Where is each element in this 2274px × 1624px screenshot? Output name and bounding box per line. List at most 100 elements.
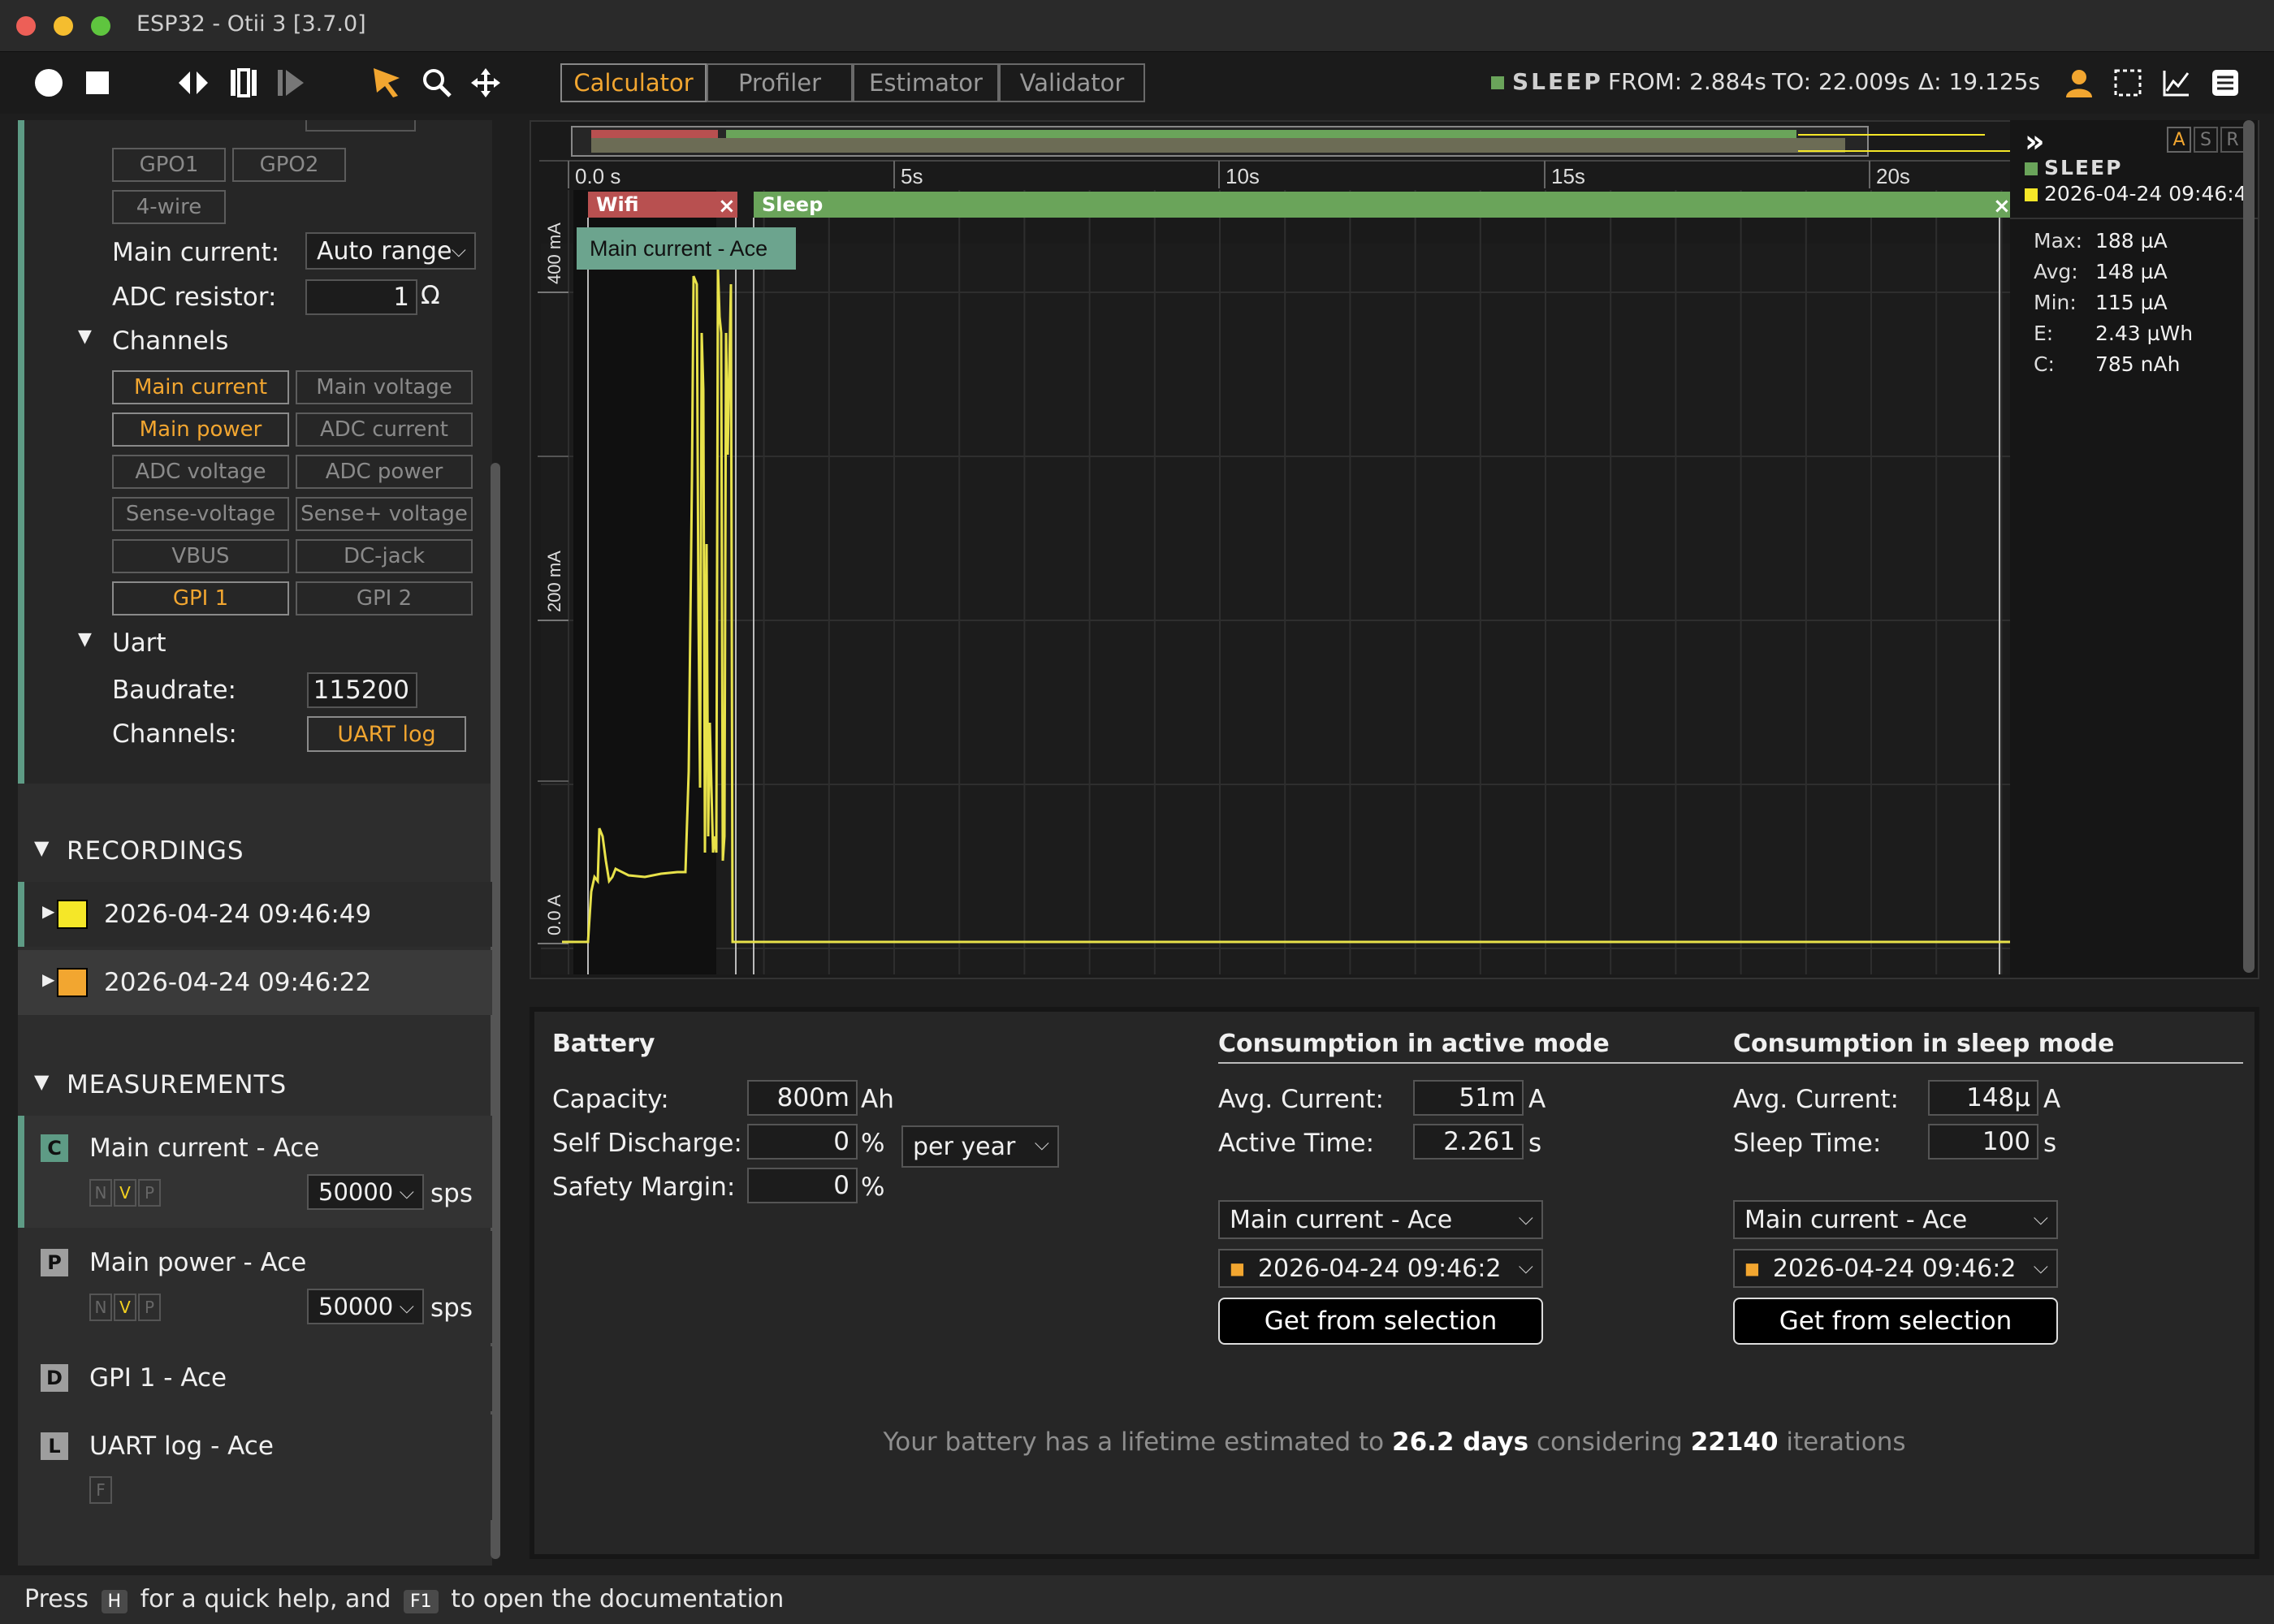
measurements-collapse-icon[interactable]: ▼ bbox=[34, 1070, 50, 1093]
channel-chip[interactable]: Main current bbox=[112, 370, 289, 404]
safety-margin-unit: % bbox=[861, 1173, 885, 1202]
active-recording-select[interactable]: ■ 2026-04-24 09:46:2 ⌵ bbox=[1218, 1249, 1543, 1288]
status-footer: Press H for a quick help, and F1 to open… bbox=[0, 1575, 2274, 1624]
close-window-button[interactable] bbox=[16, 16, 36, 36]
channels-expand-icon[interactable]: ▼ bbox=[78, 326, 92, 347]
selection-delta: Δ: 19.125s bbox=[1918, 68, 2041, 95]
channel-chip[interactable]: Sense+ voltage bbox=[296, 497, 473, 531]
discharge-period-select[interactable]: per year ⌵ bbox=[901, 1125, 1059, 1168]
chart-area[interactable]: 0.0 s 5s 10s 15s 20s 400 mA 200 mA 0.0 A Wifi × Sl… bbox=[530, 120, 2259, 979]
recording-color-swatch bbox=[57, 968, 88, 997]
channel-chip[interactable]: ADC current bbox=[296, 412, 473, 447]
sleep-marker-label: Sleep bbox=[762, 193, 823, 216]
a-toggle[interactable]: A bbox=[2167, 127, 2191, 153]
gpo1-chip[interactable]: GPO1 bbox=[112, 148, 226, 182]
uart-expand-icon[interactable]: ▼ bbox=[78, 629, 92, 650]
self-discharge-input[interactable]: 0 bbox=[747, 1124, 858, 1160]
sample-rate-select[interactable]: 50000 ⌵ bbox=[307, 1289, 424, 1324]
measurement-row[interactable] bbox=[18, 1116, 492, 1228]
recording-swatch-icon: ■ bbox=[1230, 1259, 1245, 1278]
safety-margin-input[interactable]: 0 bbox=[747, 1168, 858, 1203]
adc-resistor-input[interactable]: 1 bbox=[305, 279, 417, 315]
maximize-window-button[interactable] bbox=[91, 16, 110, 36]
uart-log-chip[interactable]: UART log bbox=[307, 716, 466, 752]
active-time-input[interactable]: 2.261 bbox=[1413, 1124, 1524, 1160]
recording-name[interactable]: 2026-04-24 09:46:49 bbox=[104, 900, 371, 929]
hint-middle: for a quick help, and bbox=[140, 1585, 391, 1613]
channel-chip[interactable]: Sense-voltage bbox=[112, 497, 289, 531]
f-toggle[interactable]: F bbox=[89, 1476, 112, 1504]
stat-label: Max: bbox=[2034, 229, 2083, 253]
sample-rate-select[interactable]: 50000 ⌵ bbox=[307, 1174, 424, 1210]
active-get-from-selection-button[interactable]: Get from selection bbox=[1218, 1298, 1543, 1345]
channel-chip[interactable]: GPI 2 bbox=[296, 581, 473, 615]
n-toggle[interactable]: N bbox=[89, 1179, 112, 1207]
recording-expand-icon[interactable]: ▶ bbox=[42, 901, 54, 921]
stat-value: 2.43 µWh bbox=[2095, 322, 2194, 345]
collapse-panel-icon[interactable]: » bbox=[2025, 123, 2045, 159]
tab-validator[interactable]: Validator bbox=[999, 63, 1145, 102]
sleep-avg-current-input[interactable]: 148µ bbox=[1928, 1080, 2038, 1116]
recording-name[interactable]: 2026-04-24 09:46:22 bbox=[104, 968, 371, 997]
recording-swatch-icon: ■ bbox=[1744, 1259, 1760, 1278]
sleep-time-input[interactable]: 100 bbox=[1928, 1124, 2038, 1160]
recording-expand-icon[interactable]: ▶ bbox=[42, 970, 54, 989]
active-channel-select[interactable]: Main current - Ace ⌵ bbox=[1218, 1200, 1543, 1239]
log-view-icon[interactable] bbox=[2209, 67, 2242, 99]
channel-chip[interactable]: ADC voltage bbox=[112, 455, 289, 489]
overview-selection bbox=[591, 138, 1845, 153]
sleep-get-from-selection-button[interactable]: Get from selection bbox=[1733, 1298, 2058, 1345]
user-icon[interactable] bbox=[2063, 67, 2095, 99]
selection-box-icon[interactable] bbox=[2112, 67, 2144, 99]
s-toggle[interactable]: S bbox=[2194, 127, 2218, 153]
channel-type-badge: P bbox=[41, 1249, 68, 1276]
chevron-down-icon: ⌵ bbox=[399, 1181, 414, 1203]
graph-icon[interactable] bbox=[2160, 67, 2193, 99]
pan-tool-icon[interactable] bbox=[469, 67, 502, 99]
x-tick-label: 0.0 s bbox=[575, 164, 620, 188]
r-toggle[interactable]: R bbox=[2220, 127, 2245, 153]
pointer-tool-icon[interactable] bbox=[372, 67, 404, 99]
x-tick-label: 20s bbox=[1876, 164, 1910, 188]
x-tick-label: 5s bbox=[901, 164, 923, 188]
measurement-row[interactable] bbox=[18, 1415, 492, 1520]
main-current-range-select[interactable]: Auto range ⌵ bbox=[305, 232, 476, 270]
stop-icon[interactable] bbox=[81, 67, 114, 99]
tab-calculator[interactable]: Calculator bbox=[560, 63, 707, 102]
v-toggle[interactable]: V bbox=[114, 1294, 136, 1321]
channel-chip[interactable]: ADC power bbox=[296, 455, 473, 489]
channel-chip[interactable]: Main power bbox=[112, 412, 289, 447]
n-toggle[interactable]: N bbox=[89, 1294, 112, 1321]
channel-chip[interactable]: VBUS bbox=[112, 539, 289, 573]
v-toggle[interactable]: V bbox=[114, 1179, 136, 1207]
minimize-window-button[interactable] bbox=[54, 16, 73, 36]
column-view-icon[interactable] bbox=[227, 67, 260, 99]
active-avg-current-input[interactable]: 51m bbox=[1413, 1080, 1524, 1116]
zoom-tool-icon[interactable] bbox=[421, 67, 453, 99]
adc-resistor-unit: Ω bbox=[421, 281, 440, 310]
channel-chip[interactable]: GPI 1 bbox=[112, 581, 289, 615]
channel-type-badge: L bbox=[41, 1432, 68, 1460]
p-toggle[interactable]: P bbox=[138, 1179, 161, 1207]
measurement-name: UART log - Ace bbox=[89, 1432, 274, 1461]
four-wire-chip[interactable]: 4-wire bbox=[112, 190, 226, 224]
uart-channels-label: Channels: bbox=[112, 719, 237, 749]
channel-chip[interactable]: Main voltage bbox=[296, 370, 473, 404]
capacity-input[interactable]: 800m bbox=[747, 1080, 858, 1116]
tab-profiler[interactable]: Profiler bbox=[707, 63, 853, 102]
recordings-collapse-icon[interactable]: ▼ bbox=[34, 836, 50, 859]
record-icon[interactable] bbox=[32, 67, 65, 99]
fit-horizontal-icon[interactable] bbox=[177, 67, 210, 99]
chart-scrollbar[interactable] bbox=[2243, 120, 2255, 973]
p-toggle[interactable]: P bbox=[138, 1294, 161, 1321]
tab-estimator[interactable]: Estimator bbox=[853, 63, 999, 102]
sleep-recording-select[interactable]: ■ 2026-04-24 09:46:2 ⌵ bbox=[1733, 1249, 2058, 1288]
step-forward-icon[interactable] bbox=[275, 67, 307, 99]
legend-swatch bbox=[2025, 188, 2038, 201]
baudrate-input[interactable]: 115200 bbox=[307, 672, 417, 708]
gpo2-chip[interactable]: GPO2 bbox=[232, 148, 346, 182]
sleep-channel-select[interactable]: Main current - Ace ⌵ bbox=[1733, 1200, 2058, 1239]
current-chart[interactable]: 0.0 s 5s 10s 15s 20s 400 mA 200 mA 0.0 A Wifi × Sl… bbox=[531, 122, 2258, 978]
adc-resistor-label: ADC resistor: bbox=[112, 283, 277, 312]
channel-chip[interactable]: DC-jack bbox=[296, 539, 473, 573]
